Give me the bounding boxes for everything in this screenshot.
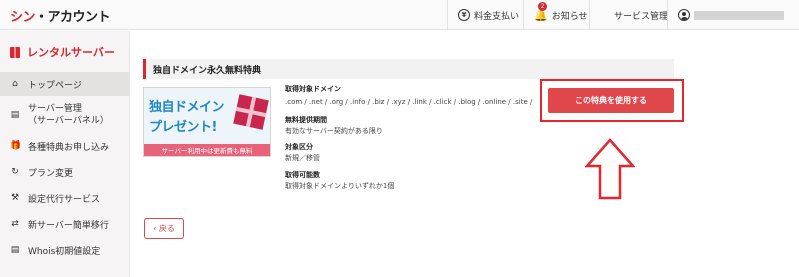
wrench-icon: ⚒ [10, 193, 20, 203]
refresh-icon: ↻ [11, 167, 19, 177]
transfer-icon: ⇄ [11, 219, 19, 229]
server-cube-icon [10, 46, 20, 58]
sidebar-item-top-page[interactable]: ⌂ トップページ [0, 72, 129, 96]
target-domains-heading: 取得対象ドメイン [285, 85, 341, 93]
available-count-heading: 取得可能数 [285, 171, 320, 179]
logo[interactable]: シン・アカウント [10, 6, 111, 25]
payment-link[interactable]: ¥ 料金支払い [447, 0, 523, 30]
notifications-label: お知らせ [551, 11, 588, 22]
sidebar-item-server-management[interactable]: ▤ サーバー管理 （サーバーパネル） [0, 100, 129, 130]
notification-badge: 2 [538, 1, 547, 11]
sidebar-item-plan-change[interactable]: ↻ プラン変更 [0, 162, 129, 182]
document-icon: ▤ [10, 245, 20, 255]
gift-icon: 🎁 [10, 141, 22, 151]
sidebar-title-label: レンタルサーバー [27, 46, 115, 59]
sidebar-item-whois[interactable]: ▤ Whois初期値設定 [0, 240, 129, 260]
target-domains-value: .com / .net / .org / .info / .biz / .xyz… [285, 98, 533, 106]
banner-line2: プレゼント! [149, 120, 217, 135]
sidebar-item-server-migration[interactable]: ⇄ 新サーバー簡単移行 [0, 214, 129, 234]
sidebar-item-benefits[interactable]: 🎁 各種特典お申し込み [0, 136, 129, 156]
server-icon: ▤ [10, 110, 20, 120]
logo-main: シン [10, 10, 36, 25]
target-type-value: 新規／移管 [285, 154, 320, 162]
logo-sub: ・アカウント [35, 10, 111, 25]
highlight-box [540, 79, 684, 122]
user-icon [678, 9, 690, 21]
section-title: 独自ドメイン永久無料特典 [143, 59, 674, 79]
grid-icon [600, 10, 610, 20]
free-period-value: 有効なサーバー契約がある限り [285, 127, 383, 135]
service-management-label: サービス管理 [614, 11, 669, 22]
sidebar-item-setup-service[interactable]: ⚒ 設定代行サービス [0, 188, 129, 208]
up-arrow-annotation [585, 138, 635, 200]
target-type-heading: 対象区分 [285, 143, 313, 151]
home-icon: ⌂ [12, 79, 18, 89]
user-name-redacted [694, 10, 784, 20]
notifications-link[interactable]: 🔔 2 お知らせ [523, 0, 589, 30]
service-management-link[interactable]: サービス管理 [589, 0, 669, 30]
bell-icon: 🔔 2 [534, 1, 548, 22]
sidebar: レンタルサーバー ⌂ トップページ ▤ サーバー管理 （サーバーパネル） 🎁 各… [0, 31, 130, 277]
gift-box-icon [233, 94, 269, 130]
free-period-heading: 無料提供期間 [285, 116, 327, 124]
back-button[interactable]: ‹ 戻る [144, 218, 184, 239]
banner-footer: サーバー利用中は更新費も無料 [144, 144, 270, 156]
payment-label: 料金支払い [474, 11, 520, 22]
user-menu[interactable] [667, 0, 799, 30]
domain-present-banner: 独自ドメイン プレゼント! サーバー利用中は更新費も無料 [143, 87, 271, 157]
available-count-value: 取得対象ドメインよりいずれか1個 [285, 182, 395, 190]
banner-line1: 独自ドメイン [149, 100, 225, 115]
top-header: シン・アカウント ¥ 料金支払い 🔔 2 お知らせ サービス管理 [0, 0, 799, 30]
yen-icon: ¥ [458, 9, 470, 21]
sidebar-title[interactable]: レンタルサーバー [0, 39, 130, 65]
